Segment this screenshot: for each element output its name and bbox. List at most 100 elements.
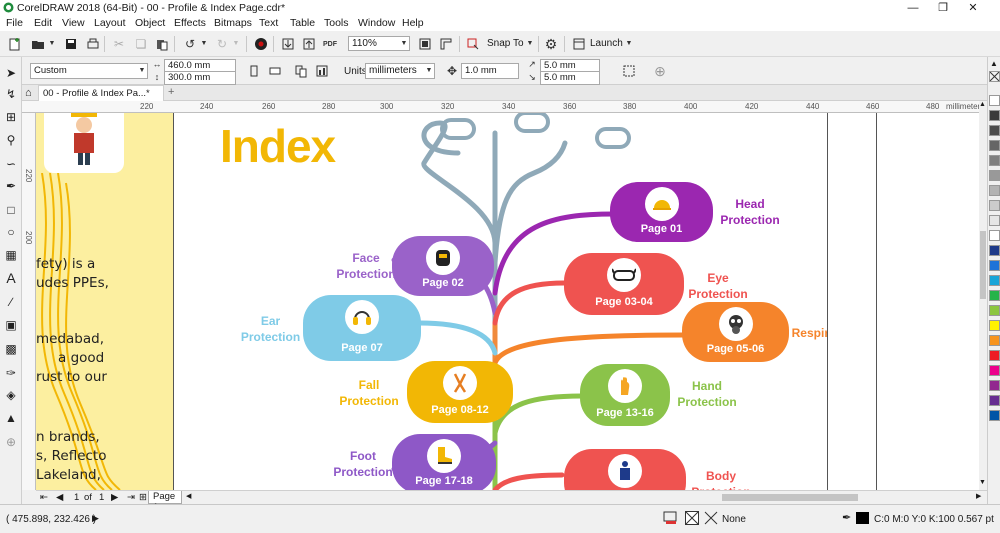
crop-tool-icon[interactable]: ⊞ xyxy=(3,109,19,125)
color-swatch[interactable] xyxy=(989,320,1000,331)
profile-page-partial[interactable]: fety) is a udes PPEs, medabad, a good ru… xyxy=(36,113,173,490)
page-preset-select[interactable]: Custom xyxy=(30,63,148,79)
desktop-area[interactable] xyxy=(828,113,979,490)
fill-indicator-icon[interactable] xyxy=(663,511,679,525)
units-dropdown-icon[interactable]: ▼ xyxy=(424,66,434,76)
color-swatch[interactable] xyxy=(989,230,1000,241)
pick-tool-icon[interactable]: ➤ xyxy=(3,65,19,81)
color-swatch[interactable] xyxy=(989,260,1000,271)
fall-protection-pill[interactable]: Page 08-12 xyxy=(407,361,513,423)
shape-tool-icon[interactable]: ↯ xyxy=(3,86,19,102)
color-swatch[interactable] xyxy=(989,125,1000,136)
redo-dropdown-icon[interactable]: ▼ xyxy=(231,39,241,49)
all-pages-icon[interactable] xyxy=(292,62,310,80)
blend-tool-icon[interactable]: ▣ xyxy=(3,317,19,333)
menu-bitmaps[interactable]: Bitmaps xyxy=(214,17,252,29)
color-swatch[interactable] xyxy=(989,155,1000,166)
duplicate-distance-y-field[interactable]: 5.0 mm xyxy=(540,71,600,85)
horizontal-ruler[interactable]: 220 240 260 280 300 320 340 360 380 400 … xyxy=(22,101,984,113)
export-icon[interactable] xyxy=(300,35,318,53)
undo-icon[interactable]: ↺ xyxy=(181,35,199,53)
open-folder-icon[interactable] xyxy=(29,35,47,53)
color-swatch[interactable] xyxy=(989,110,1000,121)
menu-file[interactable]: File xyxy=(6,17,23,29)
color-swatch[interactable] xyxy=(989,335,1000,346)
publish-pdf-icon[interactable]: PDF xyxy=(321,35,339,53)
launch-icon[interactable] xyxy=(570,35,588,53)
vertical-scroll-thumb[interactable] xyxy=(980,231,986,299)
eyedropper-tool-icon[interactable]: ✑ xyxy=(3,365,19,381)
color-swatch[interactable] xyxy=(989,410,1000,421)
status-more-icon[interactable]: ▶ xyxy=(92,513,99,524)
menu-effects[interactable]: Effects xyxy=(174,17,206,29)
page-height-field[interactable]: 300.0 mm xyxy=(164,71,236,85)
body-protection-pill[interactable] xyxy=(564,449,686,490)
artistic-media-icon[interactable]: ✒ xyxy=(3,178,19,194)
menu-help[interactable]: Help xyxy=(402,17,424,29)
foot-protection-pill[interactable]: Page 17-18 xyxy=(392,434,496,490)
print-icon[interactable] xyxy=(84,35,102,53)
palette-scroll-up-icon[interactable]: ▲ xyxy=(990,59,998,68)
snap-to-icon[interactable] xyxy=(464,35,482,53)
scroll-right-icon[interactable]: ▶ xyxy=(976,492,981,500)
respirators-pill[interactable]: Page 05-06 xyxy=(682,302,789,362)
first-page-icon[interactable]: ⇤ xyxy=(40,492,48,503)
search-content-icon[interactable] xyxy=(252,35,270,53)
smart-fill-icon[interactable]: ▲ xyxy=(3,410,19,426)
color-swatch[interactable] xyxy=(989,200,1000,211)
new-document-icon[interactable] xyxy=(6,35,24,53)
color-swatch[interactable] xyxy=(989,245,1000,256)
scroll-up-icon[interactable]: ▲ xyxy=(979,101,986,108)
outline-color-swatch[interactable] xyxy=(856,512,869,524)
scroll-left-icon[interactable]: ◀ xyxy=(186,492,191,500)
redo-icon[interactable]: ↻ xyxy=(213,35,231,53)
color-swatch[interactable] xyxy=(989,170,1000,181)
horizontal-scrollbar[interactable]: ◀ ▶ xyxy=(186,493,986,503)
color-swatch[interactable] xyxy=(989,95,1000,106)
no-color-swatch[interactable] xyxy=(989,71,1000,82)
page-preset-dropdown-icon[interactable]: ▼ xyxy=(137,66,147,76)
vertical-ruler[interactable]: 220 200 xyxy=(22,113,36,490)
treat-as-filled-icon[interactable] xyxy=(620,62,638,80)
copy-icon[interactable]: ❏ xyxy=(132,35,150,53)
face-protection-pill[interactable]: Page 02 xyxy=(392,236,494,296)
color-swatch[interactable] xyxy=(989,350,1000,361)
show-rulers-icon[interactable] xyxy=(437,35,455,53)
menu-window[interactable]: Window xyxy=(358,17,395,29)
parallel-dimension-icon[interactable]: ∕ xyxy=(3,294,19,310)
minimize-button[interactable]: — xyxy=(902,0,924,16)
menu-edit[interactable]: Edit xyxy=(34,17,52,29)
polygon-tool-icon[interactable]: ▦ xyxy=(3,247,19,263)
new-tab-icon[interactable]: + xyxy=(168,86,174,98)
add-quick-customize-icon[interactable]: ⊕ xyxy=(651,62,669,80)
index-page[interactable]: Index Page 01 Head Protection Page 02 Fa… xyxy=(173,113,828,490)
document-tab[interactable]: 00 - Profile & Index Pa...* xyxy=(38,85,164,101)
paste-icon[interactable] xyxy=(153,35,171,53)
add-tool-icon[interactable]: ⊕ xyxy=(3,434,19,450)
launch-dropdown-icon[interactable]: ▼ xyxy=(624,39,634,49)
menu-view[interactable]: View xyxy=(62,17,85,29)
freehand-tool-icon[interactable]: ∽ xyxy=(3,156,19,172)
color-swatch[interactable] xyxy=(989,395,1000,406)
ellipse-tool-icon[interactable]: ○ xyxy=(3,224,19,240)
launch-label[interactable]: Launch xyxy=(590,38,623,49)
color-swatch[interactable] xyxy=(989,185,1000,196)
head-protection-pill[interactable]: Page 01 xyxy=(610,182,713,242)
prev-page-icon[interactable]: ◀ xyxy=(56,492,63,503)
color-swatch[interactable] xyxy=(989,290,1000,301)
color-swatch[interactable] xyxy=(989,380,1000,391)
text-tool-icon[interactable]: A xyxy=(3,270,19,286)
portrait-icon[interactable] xyxy=(245,62,263,80)
nudge-distance-field[interactable]: 1.0 mm xyxy=(461,63,519,79)
open-dropdown-icon[interactable]: ▼ xyxy=(47,39,57,49)
color-swatch[interactable] xyxy=(989,365,1000,376)
zoom-dropdown-icon[interactable]: ▼ xyxy=(399,39,409,49)
color-swatch[interactable] xyxy=(989,305,1000,316)
snap-to-label[interactable]: Snap To xyxy=(487,38,524,49)
color-swatch[interactable] xyxy=(989,275,1000,286)
menu-object[interactable]: Object xyxy=(135,17,165,29)
zoom-tool-icon[interactable]: ⚲ xyxy=(3,132,19,148)
welcome-home-icon[interactable]: ⌂ xyxy=(25,87,32,99)
rectangle-tool-icon[interactable]: □ xyxy=(3,202,19,218)
options-gear-icon[interactable]: ⚙ xyxy=(542,35,560,53)
